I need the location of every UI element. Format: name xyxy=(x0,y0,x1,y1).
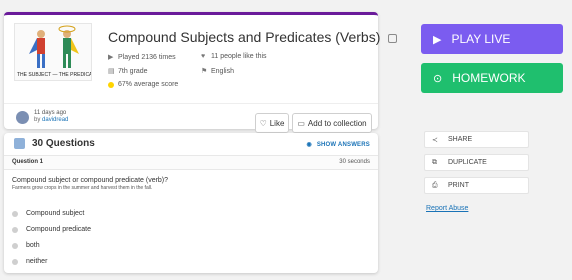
homework-label: HOMEWORK xyxy=(452,71,526,85)
divider xyxy=(4,103,378,104)
book-icon: ▤ xyxy=(108,68,115,75)
show-answers-label: SHOW ANSWERS xyxy=(316,142,370,148)
questions-header: 30 Questions ◉ SHOW ANSWERS xyxy=(4,133,378,155)
created-ago: 11 days ago xyxy=(34,110,67,116)
grade-level: ▤ 7th grade xyxy=(108,67,148,76)
likes-text: 11 people like this xyxy=(211,53,267,60)
option-text: Compound predicate xyxy=(26,226,91,233)
like-label: Like xyxy=(269,118,285,128)
folder-icon: ▭ xyxy=(297,118,305,128)
play-live-button[interactable]: ▶ PLAY LIVE xyxy=(421,24,563,54)
duplicate-icon: ⧉ xyxy=(432,158,437,166)
option-bullet-icon xyxy=(12,210,18,217)
play-icon: ▶ xyxy=(108,54,114,61)
duplicate-label: DUPLICATE xyxy=(448,159,487,166)
language-text: English xyxy=(211,67,234,75)
print-label: PRINT xyxy=(448,182,469,189)
thumbnail-caption: THE SUBJECT — THE PREDICATE xyxy=(17,72,92,78)
report-abuse-link[interactable]: Report Abuse xyxy=(426,205,468,212)
play-icon: ▶ xyxy=(433,33,442,46)
avatar[interactable] xyxy=(16,111,29,124)
share-icon: ≺ xyxy=(432,136,438,144)
question-number: Question 1 xyxy=(12,159,44,165)
option-bullet-icon xyxy=(12,258,18,265)
played-text: Played 2136 times xyxy=(118,53,176,61)
add-to-collection-button[interactable]: ▭ Add to collection xyxy=(292,113,372,133)
printer-icon: ⎙ xyxy=(432,181,438,189)
question-subtext: Farmers grow crops in the summer and har… xyxy=(12,185,153,191)
play-live-label: PLAY LIVE xyxy=(451,32,511,46)
quiz-thumbnail: THE SUBJECT — THE PREDICATE xyxy=(14,23,92,81)
answer-option: Compound subject xyxy=(12,210,84,217)
played-count: ▶ Played 2136 times xyxy=(108,53,176,62)
like-button[interactable]: ♡ Like xyxy=(255,113,289,133)
option-bullet-icon xyxy=(12,242,18,249)
questions-count: 30 Questions xyxy=(32,138,95,149)
answer-option: both xyxy=(12,242,40,249)
flag-icon: ⚑ xyxy=(201,68,208,75)
quiz-title-text: Compound Subjects and Predicates (Verbs) xyxy=(108,29,381,45)
author-info: 11 days ago by davidread xyxy=(34,110,68,124)
option-text: both xyxy=(26,242,40,249)
answer-option: Compound predicate xyxy=(12,226,91,233)
average-score: 67% average score xyxy=(108,81,178,88)
option-text: neither xyxy=(26,258,48,265)
question-bar: Question 1 30 seconds xyxy=(4,155,378,170)
heart-outline-icon: ♡ xyxy=(259,118,267,128)
eye-icon: ◉ xyxy=(306,142,312,148)
clock-icon: ⊙ xyxy=(433,72,443,85)
share-button[interactable]: ≺ SHARE xyxy=(424,131,529,148)
share-label: SHARE xyxy=(448,136,473,143)
question-time: 30 seconds xyxy=(339,159,370,165)
grade-text: 7th grade xyxy=(118,67,148,75)
show-answers-button[interactable]: ◉ SHOW ANSWERS xyxy=(307,141,371,148)
print-button[interactable]: ⎙ PRINT xyxy=(424,177,529,194)
question-text: Compound subject or compound predicate (… xyxy=(12,177,169,184)
duplicate-button[interactable]: ⧉ DUPLICATE xyxy=(424,154,529,171)
option-text: Compound subject xyxy=(26,210,85,217)
copy-link-icon[interactable] xyxy=(388,34,398,43)
heart-icon: ♥ xyxy=(201,53,206,60)
average-text: 67% average score xyxy=(118,81,179,88)
author-link[interactable]: davidread xyxy=(42,117,68,123)
homework-button[interactable]: ⊙ HOMEWORK xyxy=(421,63,563,93)
likes-count: ♥ 11 people like this xyxy=(201,53,267,60)
collection-label: Add to collection xyxy=(307,118,367,128)
language: ⚑ English xyxy=(201,67,234,76)
answer-option: neither xyxy=(12,258,47,265)
by-label: by xyxy=(34,117,41,123)
questions-icon xyxy=(14,138,25,149)
option-bullet-icon xyxy=(12,226,18,233)
quiz-info-card: THE SUBJECT — THE PREDICATE Compound Sub… xyxy=(4,12,398,133)
score-dot-icon xyxy=(108,81,114,88)
questions-card: 30 Questions ◉ SHOW ANSWERS Question 1 3… xyxy=(4,133,378,273)
quiz-title: Compound Subjects and Predicates (Verbs) xyxy=(108,29,398,45)
